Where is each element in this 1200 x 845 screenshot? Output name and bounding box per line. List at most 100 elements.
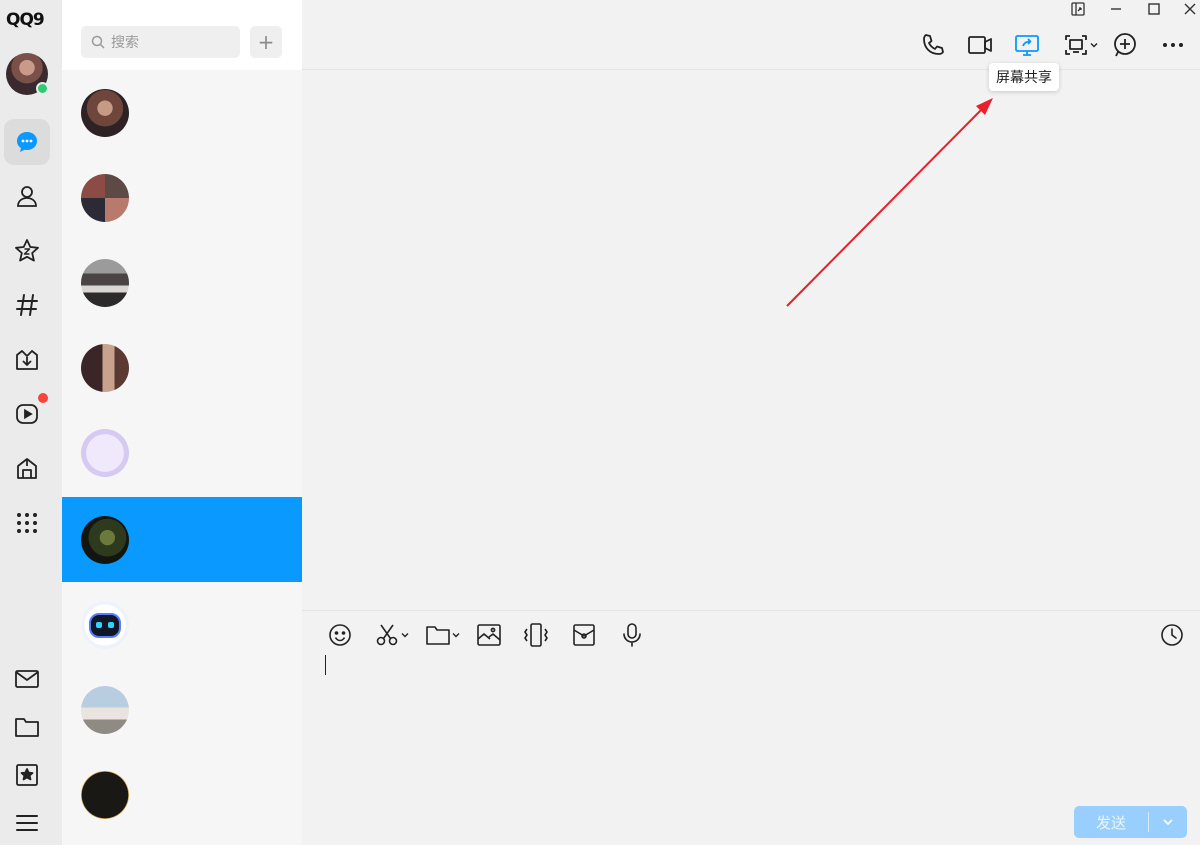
remote-assist-button[interactable] [1059, 30, 1103, 60]
shake-button[interactable] [523, 620, 549, 650]
red-packet-icon [573, 624, 595, 646]
online-status-dot [36, 82, 49, 95]
list-item[interactable] [62, 240, 302, 325]
chevron-down-icon [401, 633, 409, 638]
send-button-group: 发送 [1074, 806, 1187, 838]
ellipsis-icon [1163, 43, 1183, 47]
contact-avatar [81, 344, 129, 392]
nav-qzone[interactable] [4, 228, 50, 274]
header-divider [302, 69, 1200, 70]
voice-call-button[interactable] [918, 30, 948, 60]
chevron-down-icon [1163, 819, 1173, 826]
image-icon [477, 624, 501, 646]
nav-games[interactable] [4, 337, 50, 383]
send-image-button[interactable] [476, 620, 502, 650]
folder-icon [15, 718, 39, 737]
send-file-button[interactable] [425, 620, 461, 650]
list-item[interactable] [62, 582, 302, 667]
chat-area: 屏幕共享 发送 [302, 0, 1200, 845]
screen-share-icon [1015, 35, 1039, 56]
my-avatar[interactable] [6, 53, 49, 95]
mail-icon [15, 670, 39, 688]
hash-icon [16, 294, 38, 316]
shake-icon [524, 623, 548, 647]
nav-rail: QQ9 [0, 0, 62, 845]
scissors-icon [376, 624, 398, 646]
nav-mini-apps[interactable] [4, 446, 50, 492]
clock-icon [1161, 624, 1183, 646]
video-camera-icon [968, 36, 992, 54]
microphone-icon [623, 623, 641, 647]
red-packet-button[interactable] [571, 620, 597, 650]
pin-window-icon [1071, 2, 1085, 16]
grid-dots-icon [17, 513, 37, 533]
nav-video[interactable] [4, 391, 50, 437]
nav-files[interactable] [4, 704, 50, 750]
input-divider [302, 610, 1200, 611]
video-play-icon [16, 404, 38, 424]
robot-icon [89, 613, 121, 638]
list-item-selected[interactable] [62, 497, 302, 582]
list-item[interactable] [62, 155, 302, 240]
person-icon [17, 186, 37, 207]
list-item[interactable] [62, 325, 302, 410]
contact-avatar [81, 686, 129, 734]
list-item[interactable] [62, 70, 302, 155]
remote-desktop-icon [1065, 35, 1087, 55]
hamburger-icon [16, 815, 38, 831]
nav-more-apps[interactable] [4, 500, 50, 546]
chat-history-button[interactable] [1159, 620, 1185, 650]
game-icon [16, 350, 38, 370]
maximize-icon [1148, 3, 1160, 15]
close-button[interactable] [1172, 0, 1200, 18]
plus-circle-icon [1114, 33, 1136, 57]
contact-avatar [81, 516, 129, 564]
contact-list-panel: 搜索 + [62, 0, 302, 845]
app-logo: QQ9 [6, 10, 45, 30]
nav-favorites[interactable] [4, 752, 50, 798]
screenshot-button[interactable] [374, 620, 410, 650]
emoji-button[interactable] [327, 620, 353, 650]
message-input[interactable] [322, 652, 1182, 797]
list-item[interactable] [62, 410, 302, 495]
send-button[interactable]: 发送 [1074, 806, 1148, 838]
notification-badge [38, 393, 48, 403]
list-item[interactable] [62, 752, 302, 837]
add-button[interactable]: + [250, 26, 282, 58]
bookmark-star-icon [16, 764, 38, 786]
contact-avatar [81, 601, 129, 649]
screen-share-button[interactable] [1012, 30, 1042, 60]
contact-avatar [81, 174, 129, 222]
star-z-icon [15, 239, 39, 262]
search-input[interactable]: 搜索 [81, 26, 240, 58]
screen-share-tooltip: 屏幕共享 [989, 63, 1059, 91]
nav-contacts[interactable] [4, 173, 50, 219]
nav-main-menu[interactable] [4, 800, 50, 845]
folder-icon [426, 626, 450, 645]
cube-icon [17, 458, 37, 479]
nav-channels[interactable] [4, 282, 50, 328]
phone-icon [923, 34, 944, 55]
contact-avatar [81, 259, 129, 307]
more-button[interactable] [1158, 30, 1188, 60]
chevron-down-icon [1090, 43, 1098, 48]
maximize-button[interactable] [1136, 0, 1172, 18]
nav-mail[interactable] [4, 656, 50, 702]
smiley-icon [329, 624, 351, 646]
video-call-button[interactable] [965, 30, 995, 60]
list-item[interactable] [62, 667, 302, 752]
close-icon [1184, 3, 1196, 15]
chat-bubble-icon [17, 132, 37, 152]
voice-message-button[interactable] [619, 620, 645, 650]
add-members-button[interactable] [1110, 30, 1140, 60]
nav-messages[interactable] [4, 119, 50, 165]
chevron-down-icon [452, 633, 460, 638]
minimize-icon [1111, 8, 1121, 10]
contact-avatar [81, 429, 129, 477]
search-icon [91, 35, 105, 49]
contact-avatar [81, 89, 129, 137]
pin-window-button[interactable] [1060, 0, 1096, 18]
send-options-button[interactable] [1149, 806, 1187, 838]
minimize-button[interactable] [1098, 0, 1134, 18]
contact-avatar [81, 771, 129, 819]
